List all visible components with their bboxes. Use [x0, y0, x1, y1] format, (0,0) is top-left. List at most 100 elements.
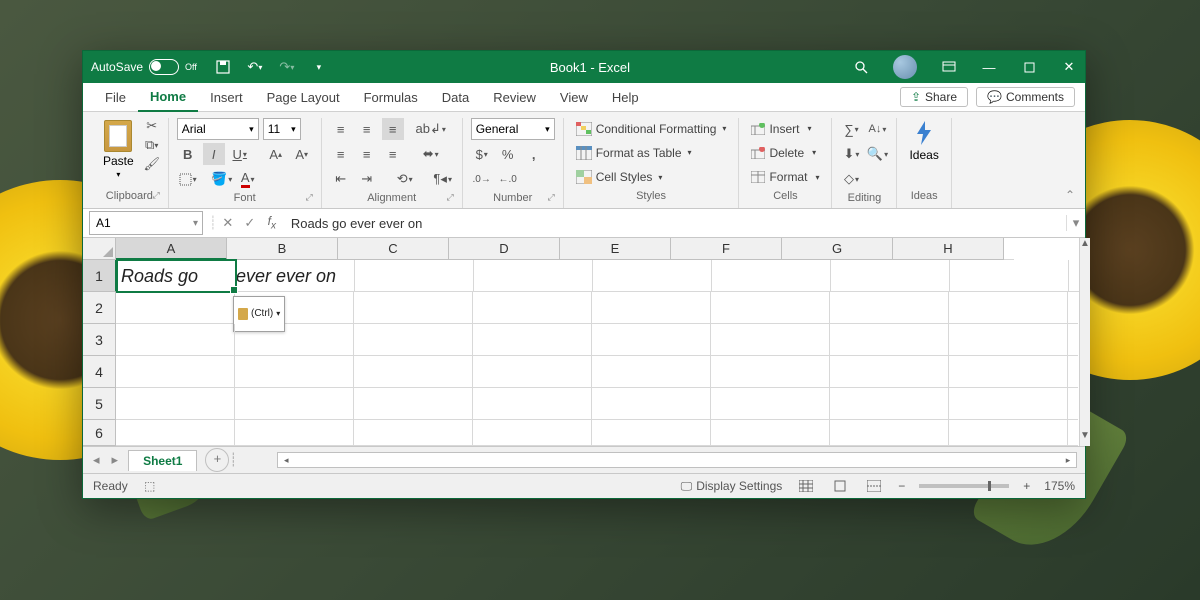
dialog-launcher-icon[interactable]: ⤢ — [305, 192, 312, 203]
column-header[interactable]: C — [338, 238, 449, 260]
cell[interactable] — [473, 356, 592, 388]
search-icon[interactable] — [853, 59, 869, 75]
column-header[interactable]: B — [227, 238, 338, 260]
tab-home[interactable]: Home — [138, 82, 198, 112]
redo-icon[interactable]: ↷▾ — [279, 59, 295, 75]
cell[interactable] — [950, 260, 1069, 292]
cell[interactable]: ever ever on — [236, 260, 355, 292]
paste-button[interactable]: Paste ▾ — [99, 118, 138, 188]
fill-icon[interactable]: ⬇▾ — [840, 143, 862, 165]
column-header[interactable]: E — [560, 238, 671, 260]
font-color-icon[interactable]: A▾ — [237, 168, 259, 190]
tab-insert[interactable]: Insert — [198, 83, 255, 111]
normal-view-icon[interactable] — [796, 478, 816, 494]
font-name-combo[interactable]: Arial▾ — [177, 118, 259, 140]
bold-button[interactable]: B — [177, 143, 199, 165]
ribbon-display-icon[interactable] — [941, 59, 957, 75]
conditional-formatting-button[interactable]: Conditional Formatting▾ — [572, 120, 731, 138]
cell[interactable] — [473, 292, 592, 324]
sheet-nav-prev-icon[interactable]: ◂ — [93, 452, 100, 468]
tab-data[interactable]: Data — [430, 83, 481, 111]
cell[interactable] — [949, 388, 1068, 420]
copy-icon[interactable]: ⧉▾ — [144, 137, 160, 153]
expand-formula-bar-icon[interactable]: ▾ — [1066, 215, 1085, 231]
find-select-icon[interactable]: 🔍▾ — [866, 143, 888, 165]
insert-cells-button[interactable]: Insert▾ — [747, 121, 823, 137]
select-all-corner[interactable] — [83, 238, 116, 260]
align-left-icon[interactable]: ≡ — [330, 143, 352, 165]
cell[interactable] — [474, 260, 593, 292]
cell[interactable] — [354, 324, 473, 356]
dialog-launcher-icon[interactable]: ⤢ — [152, 190, 159, 201]
shrink-font-icon[interactable]: A▾ — [291, 143, 313, 165]
format-painter-icon[interactable]: 🖌 — [144, 156, 160, 172]
cell[interactable] — [592, 388, 711, 420]
tab-file[interactable]: File — [93, 83, 138, 111]
cell[interactable] — [711, 356, 830, 388]
format-cells-button[interactable]: Format▾ — [747, 169, 823, 185]
cell[interactable] — [235, 420, 354, 446]
cell[interactable] — [831, 260, 950, 292]
cell[interactable] — [592, 420, 711, 446]
save-icon[interactable] — [215, 59, 231, 75]
cell[interactable] — [354, 292, 473, 324]
fill-color-icon[interactable]: 🪣▾ — [211, 168, 233, 190]
decrease-indent-icon[interactable]: ⇤ — [330, 168, 352, 190]
vertical-scrollbar[interactable]: ▲ ▼ — [1079, 238, 1090, 446]
cell[interactable] — [949, 292, 1068, 324]
comments-button[interactable]: 💬Comments — [976, 87, 1075, 107]
merge-center-icon[interactable]: ⬌▾ — [420, 143, 442, 165]
zoom-level[interactable]: 175% — [1044, 479, 1075, 493]
cell[interactable]: (Ctrl) ▾ — [235, 292, 354, 324]
close-button[interactable]: ✕ — [1061, 59, 1077, 75]
row-header[interactable]: 6 — [83, 420, 116, 446]
cell[interactable] — [116, 324, 235, 356]
align-top-icon[interactable]: ≡ — [330, 118, 352, 140]
tab-view[interactable]: View — [548, 83, 600, 111]
cell[interactable] — [593, 260, 712, 292]
horizontal-scrollbar[interactable]: ◂ ▸ — [277, 452, 1077, 468]
column-header[interactable]: F — [671, 238, 782, 260]
undo-icon[interactable]: ↶▾ — [247, 59, 263, 75]
row-header[interactable]: 5 — [83, 388, 116, 420]
clear-icon[interactable]: ◇▾ — [840, 168, 862, 190]
collapse-ribbon-icon[interactable]: ⌃ — [1065, 188, 1075, 202]
zoom-in-button[interactable]: + — [1023, 479, 1030, 493]
number-format-combo[interactable]: General▾ — [471, 118, 555, 140]
underline-button[interactable]: U▾ — [229, 143, 251, 165]
borders-icon[interactable]: ▾ — [177, 168, 199, 190]
cell[interactable] — [949, 420, 1068, 446]
cell[interactable] — [235, 324, 354, 356]
row-header[interactable]: 2 — [83, 292, 116, 324]
cell[interactable] — [830, 388, 949, 420]
cell[interactable] — [473, 388, 592, 420]
row-header[interactable]: 1 — [83, 260, 117, 292]
tab-formulas[interactable]: Formulas — [352, 83, 430, 111]
cell[interactable] — [473, 324, 592, 356]
cell[interactable] — [354, 356, 473, 388]
display-settings-button[interactable]: 🖵Display Settings — [681, 479, 783, 494]
italic-button[interactable]: I — [203, 143, 225, 165]
delete-cells-button[interactable]: Delete▾ — [747, 145, 823, 161]
percent-icon[interactable]: % — [497, 143, 519, 165]
scroll-up-icon[interactable]: ▲ — [1080, 238, 1090, 254]
dialog-launcher-icon[interactable]: ⤢ — [446, 192, 453, 203]
cell[interactable] — [116, 292, 235, 324]
qat-customize-icon[interactable]: ▾ — [311, 59, 327, 75]
scroll-down-icon[interactable]: ▼ — [1080, 430, 1090, 446]
cell[interactable] — [355, 260, 474, 292]
scroll-left-icon[interactable]: ◂ — [278, 455, 294, 466]
cell[interactable] — [116, 388, 235, 420]
cell[interactable] — [830, 356, 949, 388]
align-center-icon[interactable]: ≡ — [356, 143, 378, 165]
cell[interactable] — [949, 356, 1068, 388]
column-header[interactable]: G — [782, 238, 893, 260]
cell[interactable] — [711, 388, 830, 420]
add-sheet-button[interactable]: + — [205, 448, 229, 472]
cell[interactable] — [116, 356, 235, 388]
zoom-out-button[interactable]: − — [898, 479, 905, 493]
user-avatar[interactable] — [893, 55, 917, 79]
cell[interactable] — [354, 388, 473, 420]
scroll-right-icon[interactable]: ▸ — [1060, 455, 1076, 466]
align-bottom-icon[interactable]: ≡ — [382, 118, 404, 140]
